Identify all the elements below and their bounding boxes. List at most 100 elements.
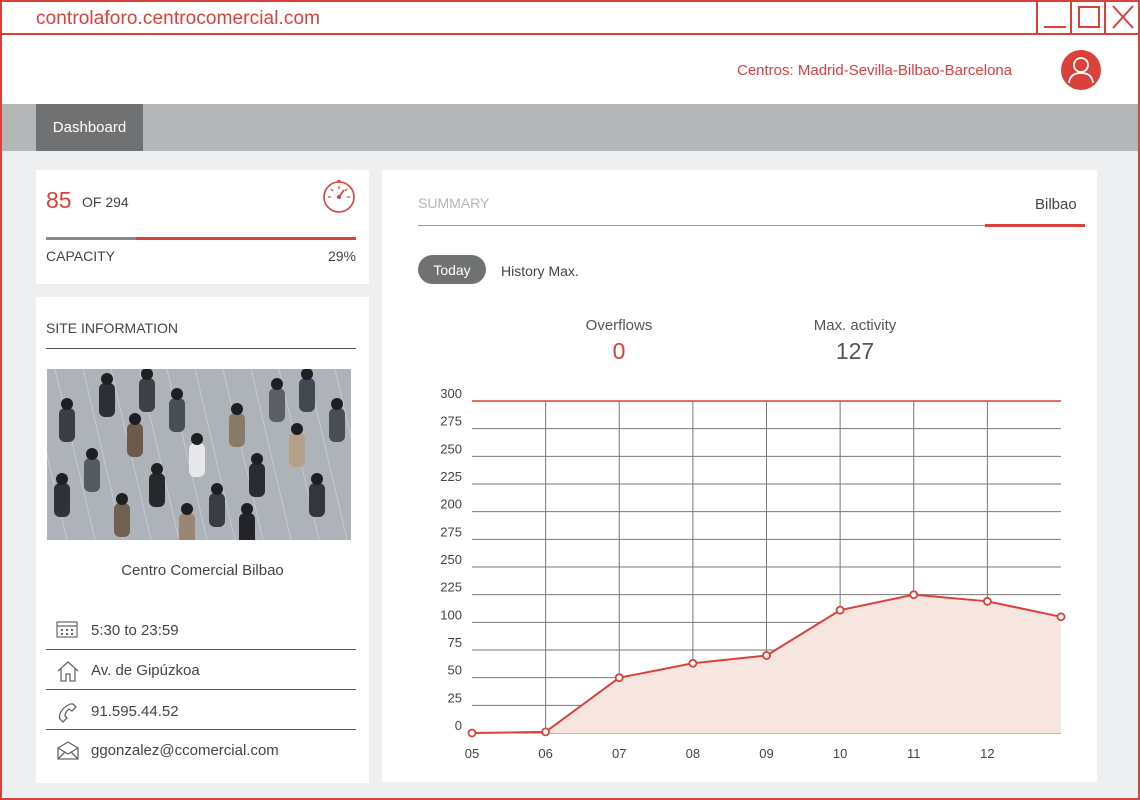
crowd-figure: [171, 388, 183, 400]
crowd-figure: [151, 463, 163, 475]
activity-chart: 0 25 50 75 100 225 250 275 200 225 250 275 300 05 06 07…: [440, 386, 1066, 761]
site-info-card: SITE INFORMATION Centro Comercial Bilbao…: [36, 297, 369, 783]
capacity-total: OF 294: [82, 194, 129, 210]
overflows-label: Overflows: [585, 317, 653, 334]
email-row: ggonzalez@ccomercial.com: [46, 730, 356, 770]
y-tick-label: 200: [440, 497, 462, 512]
active-tab-indicator: [985, 224, 1085, 227]
crowd-figure: [54, 483, 70, 517]
tab-summary[interactable]: SUMMARY: [418, 195, 489, 211]
y-tick-label: 300: [440, 386, 462, 401]
data-point: [762, 651, 771, 660]
x-tick-label: 12: [980, 746, 994, 761]
hours-row: 5:30 to 23:59: [46, 610, 356, 650]
y-tick-label: 275: [440, 524, 462, 539]
crowd-figure: [271, 378, 283, 390]
data-point: [835, 605, 845, 615]
crowd-figure: [241, 503, 253, 515]
phone-icon: [58, 703, 77, 723]
crowd-figure: [169, 398, 185, 432]
speedometer-icon: [323, 180, 355, 213]
crowd-figure: [229, 413, 245, 447]
data-point: [467, 728, 477, 738]
crowd-figure: [189, 443, 205, 477]
phone-text[interactable]: 91.595.44.52: [91, 703, 179, 720]
crowd-figure: [231, 403, 243, 415]
crowd-figure: [191, 433, 203, 445]
capacity-card: 85 OF 294 CAPACITY 29%: [36, 170, 369, 284]
site-photo: [47, 369, 351, 540]
maximize-icon: [1078, 6, 1100, 28]
tab-dashboard[interactable]: Dashboard: [36, 104, 143, 151]
y-tick-label: 250: [440, 441, 462, 456]
data-point: [614, 673, 624, 683]
crowd-figure: [181, 503, 193, 515]
browser-window: controlaforo.centrocomercial.com Centros…: [0, 0, 1140, 800]
nav-bar: Dashboard: [2, 104, 1138, 151]
crowd-figure: [99, 383, 115, 417]
crowd-figure: [289, 433, 305, 467]
centros-selector[interactable]: Centros: Madrid-Sevilla-Bilbao-Barcelona: [737, 62, 1012, 79]
crowd-figure: [251, 453, 263, 465]
tab-bilbao[interactable]: Bilbao: [1035, 196, 1077, 213]
minimize-icon: [1044, 26, 1066, 28]
crowd-figure: [139, 378, 155, 412]
y-tick-label: 250: [440, 552, 462, 567]
crowd-figure: [291, 423, 303, 435]
capacity-label: CAPACITY: [46, 248, 115, 264]
divider: [46, 689, 356, 690]
x-tick-label: 10: [833, 746, 847, 761]
today-button[interactable]: Today: [418, 255, 486, 284]
data-point: [1056, 612, 1066, 622]
max-activity-stat: Max. activity 127: [775, 317, 935, 365]
calendar-icon: [56, 621, 78, 638]
y-tick-label: 0: [455, 718, 462, 733]
crowd-figure: [127, 423, 143, 457]
capacity-bar: [46, 237, 356, 240]
crowd-figure: [331, 398, 343, 410]
summary-panel: SUMMARY Bilbao Today History Max. Overfl…: [382, 170, 1097, 782]
crowd-figure: [101, 373, 113, 385]
crowd-figure: [56, 473, 68, 485]
user-avatar[interactable]: [1061, 50, 1101, 90]
address-row: Av. de Gipúzkoa: [46, 650, 356, 690]
url-text: controlaforo.centrocomercial.com: [36, 8, 321, 29]
crowd-figure: [116, 493, 128, 505]
tab-divider: [418, 225, 985, 226]
overflows-stat: Overflows 0: [539, 317, 699, 365]
y-tick-label: 100: [440, 607, 462, 622]
crowd-figure: [249, 463, 265, 497]
email-text[interactable]: ggonzalez@ccomercial.com: [91, 742, 279, 759]
x-tick-label: 08: [686, 746, 700, 761]
maximize-button[interactable]: [1070, 2, 1104, 33]
crowd-figure: [299, 378, 315, 412]
mail-icon: [57, 741, 79, 760]
crowd-figure: [179, 513, 195, 540]
title-bar: controlaforo.centrocomercial.com: [2, 2, 1138, 35]
crowd-figure: [114, 503, 130, 537]
home-icon: [57, 661, 79, 682]
x-tick-label: 05: [465, 746, 479, 761]
capacity-current: 85: [46, 187, 72, 213]
y-tick-label: 25: [448, 690, 462, 705]
crowd-figure: [311, 473, 323, 485]
data-point: [541, 727, 551, 737]
crowd-figure: [309, 483, 325, 517]
close-button[interactable]: [1104, 2, 1138, 33]
capacity-percent: 29%: [327, 248, 356, 264]
divider: [46, 348, 356, 349]
x-tick-label: 06: [538, 746, 552, 761]
crowd-figure: [84, 458, 100, 492]
minimize-button[interactable]: [1036, 2, 1070, 33]
history-max-button[interactable]: History Max.: [501, 263, 579, 279]
y-tick-label: 225: [440, 469, 462, 484]
user-icon: [1068, 57, 1094, 84]
phone-row: 91.595.44.52: [46, 691, 356, 731]
site-info-title: SITE INFORMATION: [46, 320, 178, 336]
close-icon: [1112, 5, 1134, 29]
y-tick-label: 275: [440, 414, 462, 429]
y-tick-label: 75: [448, 635, 462, 650]
crowd-figure: [269, 388, 285, 422]
crowd-figure: [211, 483, 223, 495]
hours-text: 5:30 to 23:59: [91, 622, 179, 639]
